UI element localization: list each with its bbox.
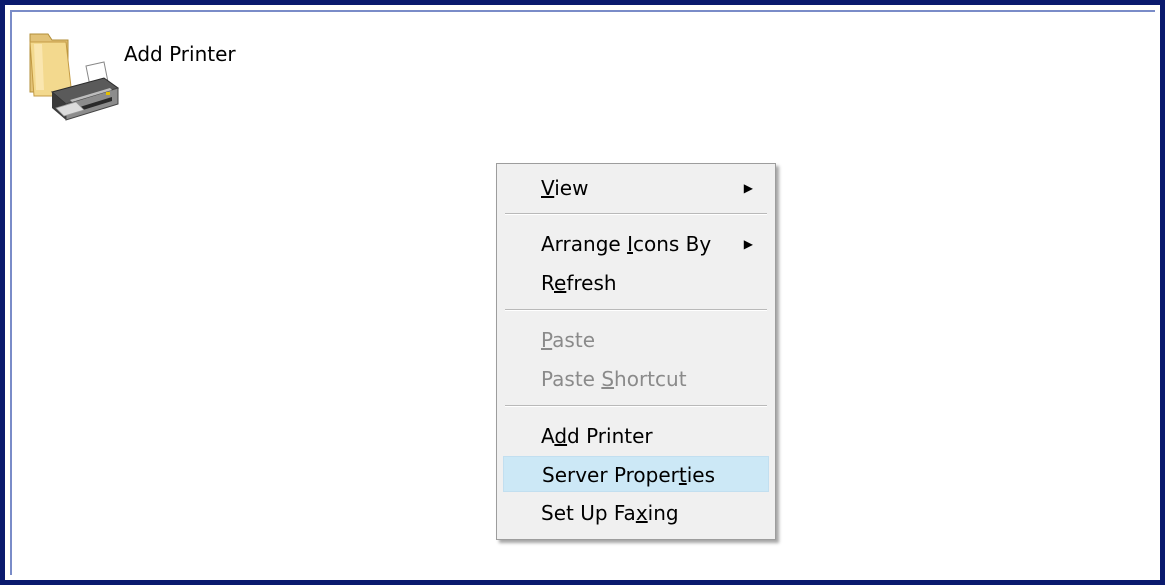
menu-item-refresh[interactable]: Refresh: [503, 265, 769, 301]
menu-item-label: View: [541, 176, 589, 200]
menu-separator: [505, 309, 767, 311]
menu-item-set-up-faxing[interactable]: Set Up Faxing: [503, 495, 769, 531]
menu-item-label: Set Up Faxing: [541, 501, 679, 525]
context-menu: View ▶ Arrange Icons By ▶ Refresh Paste …: [496, 163, 776, 540]
menu-item-label: Paste Shortcut: [541, 367, 687, 391]
printer-folder-icon: [22, 30, 122, 130]
add-printer-shortcut[interactable]: Add Printer: [22, 30, 236, 130]
menu-item-label: Add Printer: [541, 424, 653, 448]
menu-item-label: Paste: [541, 328, 595, 352]
menu-item-view[interactable]: View ▶: [503, 170, 769, 206]
add-printer-label: Add Printer: [124, 42, 236, 66]
menu-item-add-printer[interactable]: Add Printer: [503, 418, 769, 454]
menu-item-paste-shortcut[interactable]: Paste Shortcut: [503, 361, 769, 397]
menu-item-label: Server Properties: [542, 463, 716, 487]
submenu-arrow-icon: ▶: [743, 181, 753, 195]
menu-item-label: Refresh: [541, 271, 617, 295]
submenu-arrow-icon: ▶: [743, 237, 753, 251]
menu-item-arrange-icons-by[interactable]: Arrange Icons By ▶: [503, 226, 769, 262]
menu-separator: [505, 405, 767, 407]
menu-separator: [505, 213, 767, 215]
menu-item-label: Arrange Icons By: [541, 232, 712, 256]
menu-item-server-properties[interactable]: Server Properties: [503, 456, 769, 492]
menu-item-paste[interactable]: Paste: [503, 322, 769, 358]
